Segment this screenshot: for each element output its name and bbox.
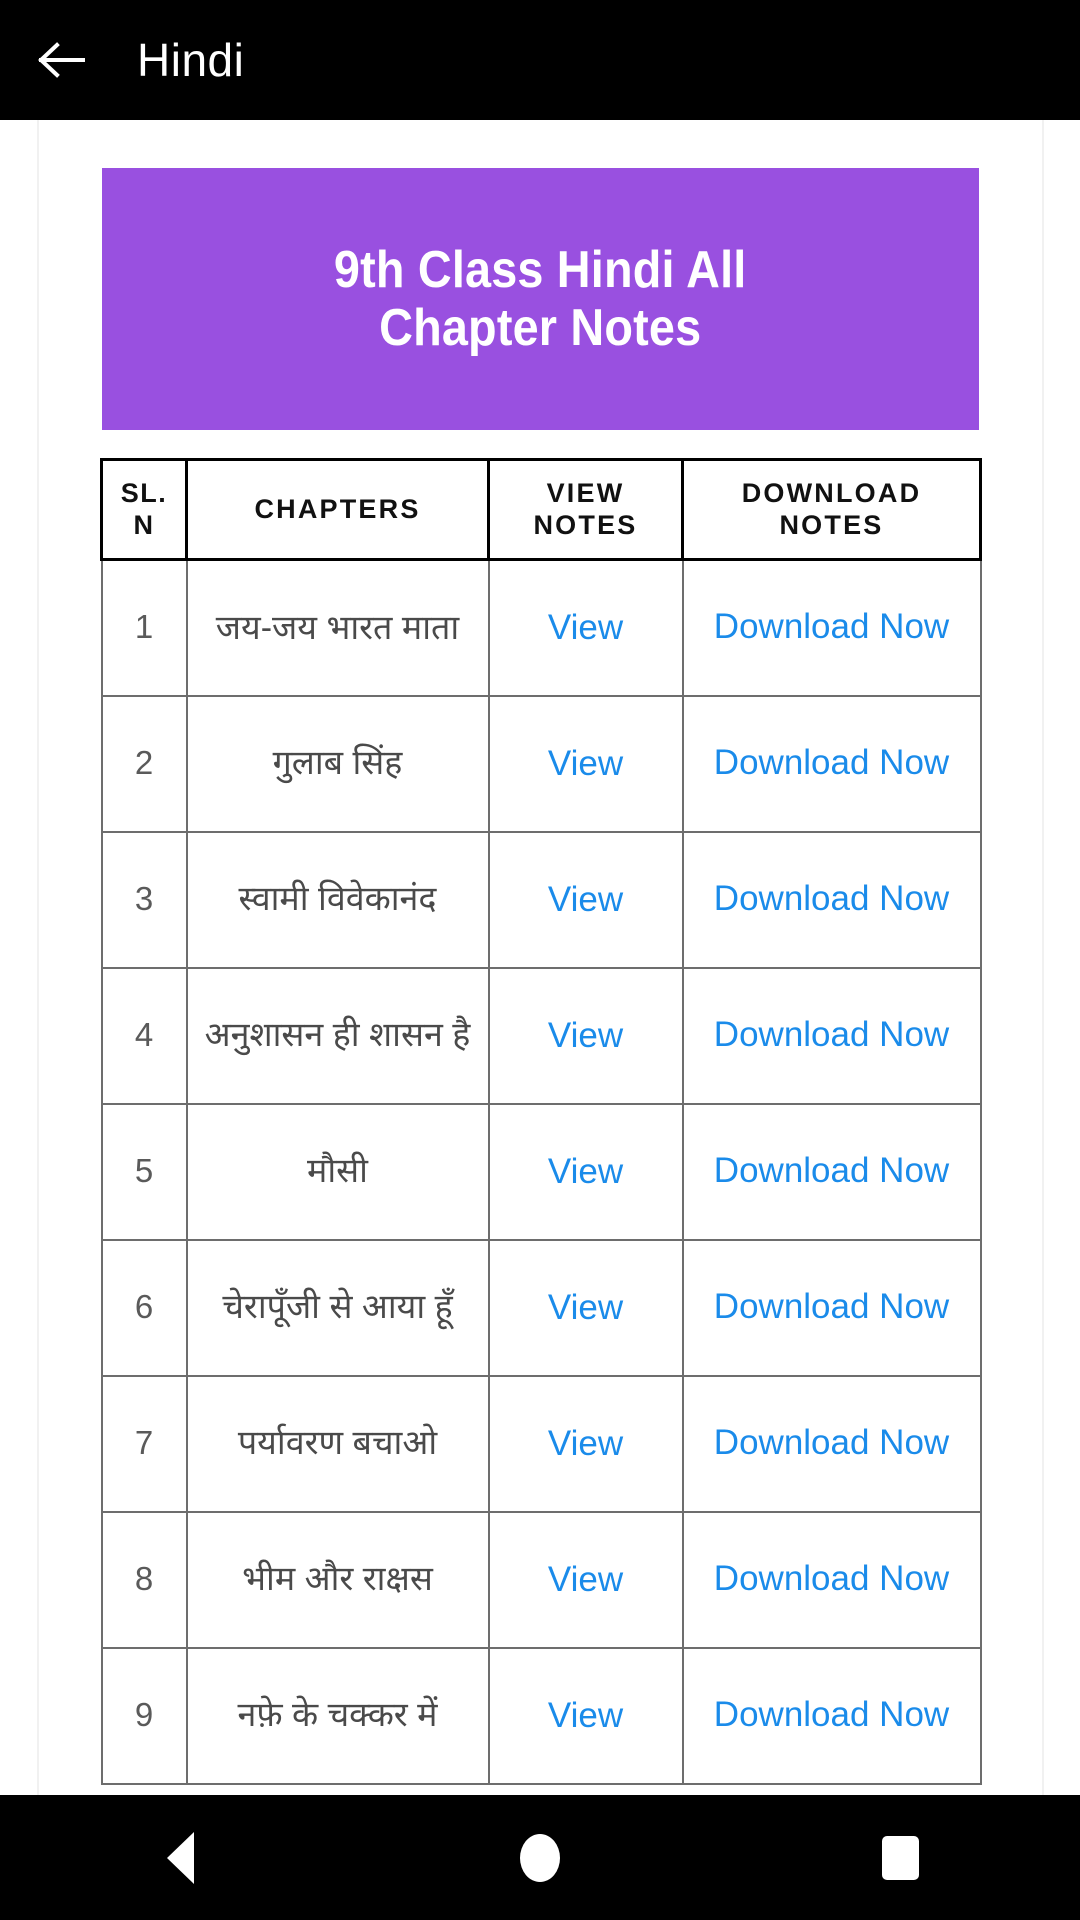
back-button[interactable] bbox=[10, 0, 114, 120]
recents-square-icon bbox=[881, 1835, 919, 1880]
cell-view: View bbox=[487, 830, 684, 969]
page-container: 9th Class Hindi All Chapter Notes SL. N … bbox=[37, 120, 1044, 1795]
table-row: 5 मौसी View Download Now bbox=[100, 1102, 982, 1241]
cell-view: View bbox=[487, 1510, 684, 1649]
cell-chapter: स्वामी विवेकानंद bbox=[185, 830, 490, 969]
table-row: 2 गुलाब सिंह View Download Now bbox=[100, 694, 982, 833]
view-link[interactable]: View bbox=[548, 605, 623, 651]
view-link[interactable]: View bbox=[548, 1013, 623, 1059]
view-link[interactable]: View bbox=[548, 1149, 623, 1195]
cell-chapter: भीम और राक्षस bbox=[185, 1510, 490, 1649]
download-link[interactable]: Download Now bbox=[714, 742, 949, 785]
table-row: 6 चेरापूँजी से आया हूँ View Download Now bbox=[100, 1238, 982, 1377]
cell-serial: 1 bbox=[100, 558, 188, 697]
cell-chapter: जय-जय भारत माता bbox=[185, 558, 490, 697]
cell-view: View bbox=[487, 694, 684, 833]
column-header-download: DOWNLOAD NOTES bbox=[681, 458, 982, 561]
download-link[interactable]: Download Now bbox=[714, 1286, 949, 1329]
cell-serial: 4 bbox=[100, 966, 188, 1105]
cell-serial: 5 bbox=[100, 1102, 188, 1241]
nav-home-button[interactable] bbox=[360, 1795, 720, 1920]
cell-download: Download Now bbox=[681, 1510, 982, 1649]
cell-chapter: मौसी bbox=[185, 1102, 490, 1241]
column-header-view: VIEW NOTES bbox=[487, 458, 684, 561]
cell-chapter: चेरापूँजी से आया हूँ bbox=[185, 1238, 490, 1377]
webview-content: 9th Class Hindi All Chapter Notes SL. N … bbox=[0, 120, 1080, 1795]
table-body: 1 जय-जय भारत माता View Download Now 2 गु… bbox=[100, 558, 982, 1785]
cell-view: View bbox=[487, 1102, 684, 1241]
view-link[interactable]: View bbox=[548, 1693, 623, 1739]
table-row: 7 पर्यावरण बचाओ View Download Now bbox=[100, 1374, 982, 1513]
cell-view: View bbox=[487, 1238, 684, 1377]
view-link[interactable]: View bbox=[548, 1285, 623, 1331]
banner-title: 9th Class Hindi All Chapter Notes bbox=[334, 240, 747, 357]
cell-serial: 7 bbox=[100, 1374, 188, 1513]
table-row: 8 भीम और राक्षस View Download Now bbox=[100, 1510, 982, 1649]
table-row: 1 जय-जय भारत माता View Download Now bbox=[100, 558, 982, 697]
view-link[interactable]: View bbox=[548, 1421, 623, 1467]
cell-view: View bbox=[487, 558, 684, 697]
view-link[interactable]: View bbox=[548, 877, 623, 923]
download-link[interactable]: Download Now bbox=[714, 1694, 949, 1737]
page-title: Hindi bbox=[137, 34, 245, 86]
cell-download: Download Now bbox=[681, 1374, 982, 1513]
cell-serial: 9 bbox=[100, 1646, 188, 1785]
nav-back-button[interactable] bbox=[0, 1795, 360, 1920]
table-header-row: SL. N CHAPTERS VIEW NOTES DOWNLOAD NOTES bbox=[100, 458, 982, 561]
cell-serial: 3 bbox=[100, 830, 188, 969]
cell-download: Download Now bbox=[681, 1646, 982, 1785]
home-circle-icon bbox=[520, 1833, 560, 1882]
view-link[interactable]: View bbox=[548, 1557, 623, 1603]
cell-serial: 2 bbox=[100, 694, 188, 833]
back-triangle-icon bbox=[166, 1831, 194, 1884]
view-link[interactable]: View bbox=[548, 741, 623, 787]
chapter-notes-table: SL. N CHAPTERS VIEW NOTES DOWNLOAD NOTES… bbox=[100, 458, 982, 1785]
notes-banner: 9th Class Hindi All Chapter Notes bbox=[102, 168, 979, 430]
table-row: 4 अनुशासन ही शासन है View Download Now bbox=[100, 966, 982, 1105]
cell-chapter: गुलाब सिंह bbox=[185, 694, 490, 833]
cell-download: Download Now bbox=[681, 694, 982, 833]
table-row: 3 स्वामी विवेकानंद View Download Now bbox=[100, 830, 982, 969]
app-bar: Hindi bbox=[0, 0, 1080, 120]
cell-download: Download Now bbox=[681, 1238, 982, 1377]
download-link[interactable]: Download Now bbox=[714, 606, 949, 649]
column-header-sl: SL. N bbox=[100, 458, 188, 561]
nav-recents-button[interactable] bbox=[720, 1795, 1080, 1920]
download-link[interactable]: Download Now bbox=[714, 878, 949, 921]
cell-chapter: पर्यावरण बचाओ bbox=[185, 1374, 490, 1513]
cell-download: Download Now bbox=[681, 830, 982, 969]
cell-download: Download Now bbox=[681, 1102, 982, 1241]
cell-chapter: अनुशासन ही शासन है bbox=[185, 966, 490, 1105]
arrow-left-icon bbox=[37, 40, 87, 80]
download-link[interactable]: Download Now bbox=[714, 1422, 949, 1465]
table-row: 9 नफ़े के चक्कर में View Download Now bbox=[100, 1646, 982, 1785]
cell-view: View bbox=[487, 1646, 684, 1785]
cell-view: View bbox=[487, 966, 684, 1105]
cell-chapter: नफ़े के चक्कर में bbox=[185, 1646, 490, 1785]
download-link[interactable]: Download Now bbox=[714, 1150, 949, 1193]
cell-serial: 6 bbox=[100, 1238, 188, 1377]
system-navigation-bar bbox=[0, 1795, 1080, 1920]
cell-download: Download Now bbox=[681, 966, 982, 1105]
cell-view: View bbox=[487, 1374, 684, 1513]
cell-serial: 8 bbox=[100, 1510, 188, 1649]
download-link[interactable]: Download Now bbox=[714, 1558, 949, 1601]
download-link[interactable]: Download Now bbox=[714, 1014, 949, 1057]
cell-download: Download Now bbox=[681, 558, 982, 697]
column-header-chapters: CHAPTERS bbox=[185, 458, 490, 561]
